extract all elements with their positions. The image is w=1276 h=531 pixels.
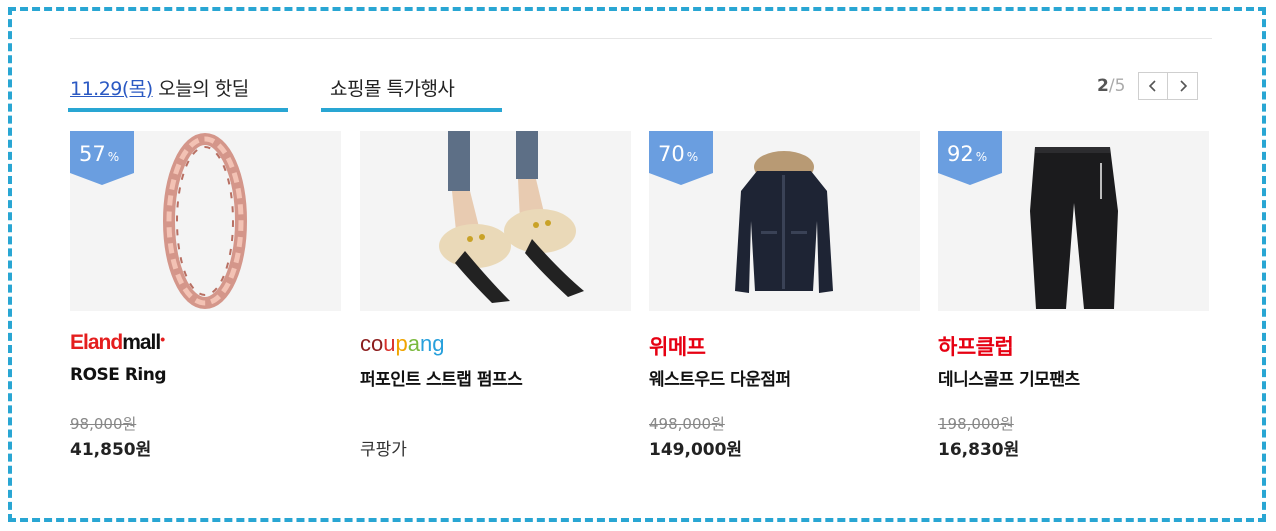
discount-unit: % (107, 150, 120, 164)
product-name[interactable]: 웨스트우드 다운점퍼 (649, 365, 920, 390)
discount-unit: % (686, 150, 699, 164)
product-image[interactable] (360, 131, 631, 311)
sale-price: 149,000원 (649, 440, 743, 460)
discount-value: 92 (947, 142, 974, 166)
coupang-letter: a (407, 331, 420, 356)
tab-mall-event[interactable]: 쇼핑몰 특가행사 (330, 74, 455, 101)
product-card[interactable]: coupang 퍼포인트 스트랩 펌프스 쿠팡가 (360, 131, 631, 460)
top-divider (70, 38, 1212, 39)
sale-price: 쿠팡가 (360, 440, 407, 460)
discount-value: 70 (658, 142, 685, 166)
product-name[interactable]: 데니스골프 기모팬츠 (938, 365, 1209, 390)
chevron-left-icon (1149, 80, 1156, 92)
coupang-letter: c (360, 331, 371, 356)
coupang-letter: n (420, 331, 433, 356)
fur-mule-shoes-image (439, 131, 584, 303)
product-card[interactable]: 92% 하프클럽 데니스골프 기모팬츠 198,000원 16,830원 (938, 131, 1209, 460)
coupang-letter: o (371, 331, 384, 356)
original-price: 198,000원 (938, 415, 1014, 433)
tab-mall-event-label: 쇼핑몰 특가행사 (330, 78, 455, 100)
coupang-letter: u (383, 331, 396, 356)
pager-total: 5 (1114, 76, 1126, 96)
original-price: 98,000원 (70, 415, 137, 433)
tab-today-date: 11.29(목) (70, 78, 153, 100)
discount-badge: 70% (649, 131, 713, 185)
product-image[interactable]: 70% (649, 131, 920, 311)
chevron-right-icon (1180, 80, 1188, 92)
sale-price: 16,830원 (938, 440, 1020, 460)
original-price: 498,000원 (649, 415, 725, 433)
product-card[interactable]: 57% Elandmall• ROSE Ring 98,000원 41,850원 (70, 131, 341, 460)
discount-unit: % (975, 150, 988, 164)
brand-logo-elandmall: Elandmall• (70, 331, 341, 357)
brand-logo-coupang: coupang (360, 331, 631, 357)
brand-mall: mall (122, 331, 161, 354)
sale-price: 41,850원 (70, 440, 152, 460)
tab-today-underline (68, 108, 288, 112)
pager: 2 / 5 (1097, 72, 1199, 100)
coupang-letter: p (395, 331, 408, 356)
brand-eland: Eland (70, 331, 123, 354)
next-page-button[interactable] (1168, 72, 1199, 100)
brand-wemakeprice: 위메프 (649, 335, 706, 359)
tab-today-label: 오늘의 핫딜 (152, 78, 249, 100)
product-image[interactable]: 57% (70, 131, 341, 311)
discount-badge: 92% (938, 131, 1002, 185)
discount-value: 57 (79, 142, 106, 166)
brand-halfclub: 하프클럽 (938, 335, 1014, 359)
brand-dot: • (160, 331, 165, 347)
pager-current: 2 (1097, 76, 1109, 96)
product-card[interactable]: 70% 위메프 웨스트우드 다운점퍼 498,000원 149,000원 (649, 131, 920, 460)
prev-page-button[interactable] (1138, 72, 1169, 100)
product-name[interactable]: ROSE Ring (70, 365, 341, 385)
product-image[interactable]: 92% (938, 131, 1209, 311)
product-name[interactable]: 퍼포인트 스트랩 펌프스 (360, 365, 631, 390)
tab-mall-event-underline (321, 108, 502, 112)
tab-today-hotdeal[interactable]: 11.29(목) 오늘의 핫딜 (70, 74, 249, 101)
coupang-letter: g (432, 331, 445, 356)
discount-badge: 57% (70, 131, 134, 185)
